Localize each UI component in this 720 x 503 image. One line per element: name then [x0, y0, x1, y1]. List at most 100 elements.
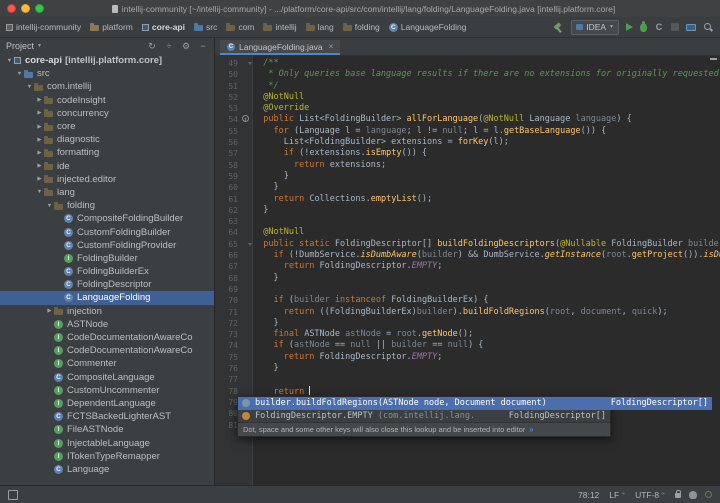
editor-tab-languagefolding[interactable]: LanguageFolding.java — [220, 40, 340, 55]
expander-icon[interactable] — [35, 176, 44, 182]
code-line-75[interactable]: 75 return FoldingDescriptor.EMPTY; — [215, 352, 720, 363]
hint-more-link[interactable]: » — [529, 425, 533, 434]
debug-icon[interactable] — [640, 23, 647, 32]
code-line-51[interactable]: 51 */ — [215, 81, 720, 92]
tree-item-language[interactable]: Language — [0, 463, 214, 476]
expander-icon[interactable] — [35, 163, 44, 169]
code-line-69[interactable]: 69 — [215, 284, 720, 295]
expander-icon[interactable] — [25, 84, 34, 90]
tree-item-compositelanguage[interactable]: CompositeLanguage — [0, 371, 214, 384]
expander-icon[interactable] — [35, 189, 44, 195]
run-configuration-select[interactable]: IDEA▼ — [571, 20, 619, 35]
completion-item[interactable]: FoldingDescriptor.EMPTY (com.intellij.la… — [238, 410, 610, 423]
tree-item-itokentyperemapper[interactable]: ITokenTypeRemapper — [0, 450, 214, 463]
code-line-71[interactable]: 71 return ((FoldingBuilderEx)builder).bu… — [215, 307, 720, 318]
tree-item-folding[interactable]: folding — [0, 199, 214, 212]
code-line-61[interactable]: 61 return Collections.emptyList(); — [215, 194, 720, 205]
breadcrumb-intellij[interactable]: intellij — [263, 22, 296, 32]
tree-item-customuncommenter[interactable]: CustomUncommenter — [0, 384, 214, 397]
code-line-49[interactable]: 49 /** — [215, 58, 720, 69]
close-tab-icon[interactable] — [329, 42, 334, 51]
code-line-57[interactable]: 57 if (!extensions.isEmpty()) { — [215, 148, 720, 159]
expander-icon[interactable] — [35, 137, 44, 143]
code-line-58[interactable]: 58 return extensions; — [215, 160, 720, 171]
tree-item-customfoldingprovider[interactable]: CustomFoldingProvider — [0, 239, 214, 252]
project-panel-header[interactable]: Project ▼ ↻÷⚙− — [0, 38, 214, 54]
code-line-54[interactable]: 54 public List<FoldingBuilder> allForLan… — [215, 114, 720, 125]
code-line-60[interactable]: 60 } — [215, 182, 720, 193]
tree-item-injection[interactable]: injection — [0, 305, 214, 318]
expander-icon[interactable] — [35, 110, 44, 116]
notification-icon[interactable] — [705, 491, 712, 498]
stop-icon[interactable] — [671, 23, 679, 31]
expander-icon[interactable] — [35, 124, 44, 130]
coverage-icon[interactable] — [654, 22, 664, 32]
search-icon[interactable] — [703, 22, 714, 33]
breadcrumb-LanguageFolding[interactable]: LanguageFolding — [389, 22, 467, 32]
code-line-67[interactable]: 67 return FoldingDescriptor.EMPTY; — [215, 261, 720, 272]
code-line-50[interactable]: 50 * Only queries base language results … — [215, 69, 720, 80]
fold-icon[interactable] — [248, 243, 252, 246]
expander-icon[interactable] — [35, 97, 44, 103]
expander-icon[interactable] — [5, 58, 14, 64]
breadcrumb-core-api[interactable]: core-api — [142, 22, 185, 32]
tree-item-customfoldingbuilder[interactable]: CustomFoldingBuilder — [0, 225, 214, 238]
expander-icon[interactable] — [15, 71, 24, 77]
tree-item-codedocumentationawareco[interactable]: CodeDocumentationAwareCo — [0, 331, 214, 344]
expander-icon[interactable] — [45, 203, 54, 209]
code-line-52[interactable]: 52 @NotNull — [215, 92, 720, 103]
tree-item-concurrency[interactable]: concurrency — [0, 107, 214, 120]
override-method-icon[interactable] — [242, 115, 249, 122]
tree-item-formatting[interactable]: formatting — [0, 146, 214, 159]
code-line-73[interactable]: 73 final ASTNode astNode = root.getNode(… — [215, 329, 720, 340]
tree-item-fileastnode[interactable]: FileASTNode — [0, 423, 214, 436]
run-icon[interactable] — [626, 23, 633, 31]
close-window-button[interactable] — [7, 4, 16, 13]
tree-item-languagefolding[interactable]: LanguageFolding — [0, 291, 214, 304]
hector-icon[interactable] — [689, 491, 697, 499]
tree-item-com.intellij[interactable]: com.intellij — [0, 80, 214, 93]
code-line-62[interactable]: 62 } — [215, 205, 720, 216]
breadcrumb-src[interactable]: src — [194, 22, 217, 32]
tree-item-commenter[interactable]: Commenter — [0, 357, 214, 370]
tree-item-astnode[interactable]: ASTNode — [0, 318, 214, 331]
window-icon[interactable] — [686, 24, 696, 31]
tree-item-compositefoldingbuilder[interactable]: CompositeFoldingBuilder — [0, 212, 214, 225]
build-icon[interactable] — [553, 22, 564, 33]
chevron-down-icon[interactable]: ▼ — [37, 43, 42, 49]
lock-icon[interactable] — [675, 493, 681, 498]
breadcrumb-intellij-community[interactable]: intellij-community — [6, 22, 81, 32]
expander-icon[interactable] — [45, 308, 54, 314]
code-line-56[interactable]: 56 List<FoldingBuilder> extensions = for… — [215, 137, 720, 148]
settings-icon[interactable]: ⚙ — [181, 41, 191, 51]
error-stripe-mark[interactable] — [710, 58, 717, 60]
sync-icon[interactable]: ↻ — [147, 41, 157, 51]
collapse-icon[interactable]: ÷ — [164, 41, 174, 51]
code-line-65[interactable]: 65 public static FoldingDescriptor[] bui… — [215, 239, 720, 250]
tree-item-core-api[interactable]: core-api[intellij.platform.core] — [0, 54, 214, 67]
tree-item-ide[interactable]: ide — [0, 160, 214, 173]
tree-item-diagnostic[interactable]: diagnostic — [0, 133, 214, 146]
breadcrumb-com[interactable]: com — [226, 22, 254, 32]
tree-item-codeinsight[interactable]: codeInsight — [0, 94, 214, 107]
code-line-68[interactable]: 68 } — [215, 273, 720, 284]
hide-icon[interactable]: − — [198, 41, 208, 51]
code-line-66[interactable]: 66 if (!DumbService.isDumbAware(builder)… — [215, 250, 720, 261]
tree-item-injected.editor[interactable]: injected.editor — [0, 173, 214, 186]
code-line-72[interactable]: 72 } — [215, 318, 720, 329]
code-line-55[interactable]: 55 for (Language l = language; l != null… — [215, 126, 720, 137]
code-line-77[interactable]: 77 — [215, 374, 720, 385]
tree-item-core[interactable]: core — [0, 120, 214, 133]
completion-item[interactable]: builder.buildFoldRegions(ASTNode node, D… — [238, 397, 712, 410]
code-line-70[interactable]: 70 if (builder instanceof FoldingBuilder… — [215, 295, 720, 306]
zoom-window-button[interactable] — [35, 4, 44, 13]
tree-item-dependentlanguage[interactable]: DependentLanguage — [0, 397, 214, 410]
fold-icon[interactable] — [248, 62, 252, 65]
tree-item-foldingdescriptor[interactable]: FoldingDescriptor — [0, 278, 214, 291]
code-line-59[interactable]: 59 } — [215, 171, 720, 182]
encoding-widget[interactable]: UTF-8 — [635, 490, 665, 500]
code-line-63[interactable]: 63 — [215, 216, 720, 227]
minimize-window-button[interactable] — [21, 4, 30, 13]
breadcrumb-platform[interactable]: platform — [90, 22, 133, 32]
code-line-64[interactable]: 64 @NotNull — [215, 227, 720, 238]
